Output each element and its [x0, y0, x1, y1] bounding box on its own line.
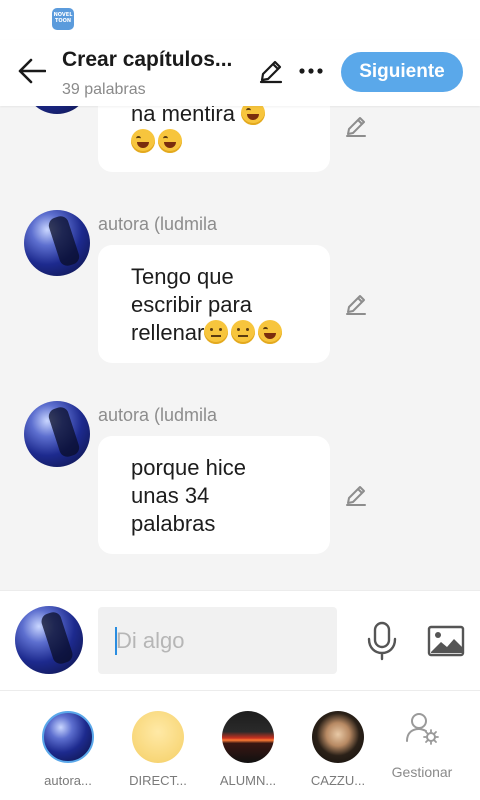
arrow-left-icon [18, 58, 46, 84]
image-icon [427, 625, 465, 657]
pencil-icon [346, 117, 366, 137]
person-settings-icon [406, 713, 439, 745]
author-name: autora (ludmila [98, 405, 218, 425]
manage-label: Gestionar [391, 764, 453, 780]
character-item[interactable]: autora... [28, 711, 108, 788]
laughing-emoji-icon [258, 320, 283, 344]
author-avatar [24, 210, 90, 276]
microphone-icon [367, 621, 397, 661]
message-bubble[interactable]: Tengo que escribir para rellenar [98, 245, 330, 363]
pencil-icon [346, 295, 366, 315]
character-name: autora... [44, 773, 92, 788]
edit-message-button[interactable] [342, 290, 370, 318]
character-avatar [132, 711, 184, 763]
chapter-title: Crear capítulos... [62, 48, 233, 71]
back-button[interactable] [14, 54, 50, 88]
character-name: DIRECT... [129, 773, 187, 788]
current-character-avatar[interactable] [15, 606, 83, 674]
laughing-emoji-icon [241, 106, 266, 125]
pencil-icon [346, 486, 366, 506]
author-avatar [24, 401, 90, 467]
status-bar: NOVEL TOON [0, 0, 480, 40]
voice-button[interactable] [362, 619, 402, 663]
edit-title-button[interactable] [254, 56, 288, 86]
character-item[interactable]: DIRECT... [118, 711, 198, 788]
laughing-emoji-icon [131, 129, 155, 153]
chat-area[interactable]: na mentira autora (ludmila Tengo que esc… [0, 106, 480, 590]
character-avatar [222, 711, 274, 763]
character-item[interactable]: ALUMN... [208, 711, 288, 788]
manage-characters-button[interactable]: Gestionar [382, 711, 462, 780]
more-horizontal-icon [299, 68, 323, 74]
edit-message-button[interactable] [342, 481, 370, 509]
next-button[interactable]: Siguiente [341, 52, 463, 92]
frowning-emoji-icon [204, 320, 229, 344]
author-avatar [24, 106, 90, 114]
character-selector: autora... DIRECT... ALUMN... CAZZU... Ge… [0, 690, 480, 800]
message-input[interactable] [98, 607, 337, 674]
character-avatar [42, 711, 94, 763]
character-item[interactable]: CAZZU... [298, 711, 378, 788]
more-options-button[interactable] [294, 56, 328, 86]
laughing-emoji-icon [158, 129, 182, 153]
author-name: autora (ludmila [98, 214, 218, 234]
frowning-emoji-icon [231, 320, 256, 344]
character-name: CAZZU... [310, 773, 366, 788]
composer-bar [0, 590, 480, 690]
pencil-icon [259, 60, 283, 84]
text-caret [115, 627, 117, 655]
editor-header: Crear capítulos... 39 palabras Siguiente [0, 40, 480, 106]
message-bubble[interactable]: na mentira [98, 106, 330, 172]
word-count: 39 palabras [62, 81, 146, 98]
character-name: ALUMN... [219, 773, 277, 788]
message-text: na mentira [131, 106, 235, 126]
edit-message-button[interactable] [342, 112, 370, 140]
character-avatar [312, 711, 364, 763]
insert-image-button[interactable] [425, 621, 467, 661]
app-logo-icon: NOVEL TOON [52, 8, 74, 30]
message-bubble[interactable]: porque hice unas 34 palabras [98, 436, 330, 554]
message-text: porque hice unas 34 palabras [131, 455, 246, 536]
